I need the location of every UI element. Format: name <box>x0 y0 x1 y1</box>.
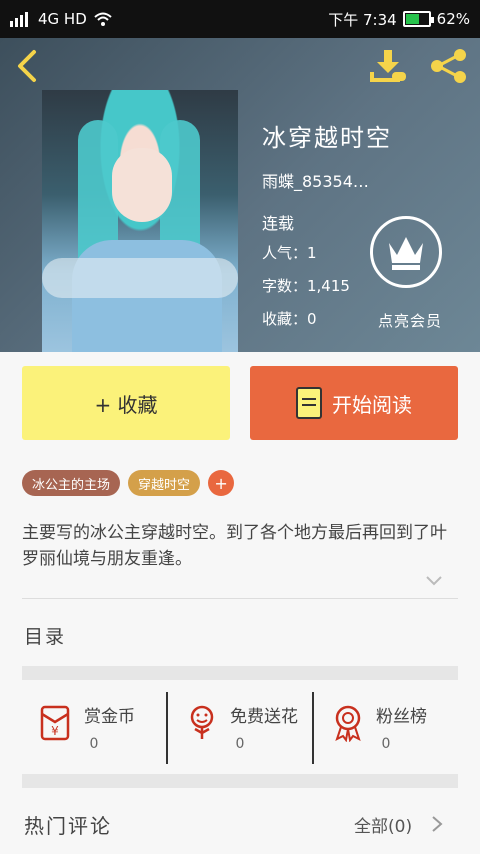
start-reading-button[interactable]: 开始阅读 <box>250 366 458 440</box>
battery-icon <box>402 11 434 27</box>
add-tag-button[interactable]: + <box>208 470 235 496</box>
tag-item[interactable]: 冰公主的主场 <box>22 470 121 496</box>
favorites-stat: 收藏：0 <box>262 310 317 328</box>
status-left: 4G HD <box>10 10 113 28</box>
signal-icon <box>10 12 28 27</box>
battery-fill <box>405 14 420 24</box>
send-flower-tile[interactable]: 免费送花 0 <box>166 692 312 764</box>
share-icon[interactable] <box>428 48 468 84</box>
all-comments-link[interactable]: 全部(0) <box>354 812 412 837</box>
book-details: + 收藏 开始阅读 冰公主的主场 穿越时空 + 主要写的冰公主穿越时空。到了各个… <box>0 352 480 854</box>
tile-label: 赏金币 <box>84 707 135 727</box>
table-of-contents-link[interactable]: 目录 <box>24 622 66 649</box>
wifi-icon <box>94 12 112 26</box>
section-separator <box>22 774 458 788</box>
section-separator <box>22 666 458 680</box>
fan-ranking-tile[interactable]: 粉丝榜 0 <box>312 692 458 764</box>
vip-button[interactable] <box>370 216 442 288</box>
battery-percent: 62% <box>436 10 470 28</box>
chevron-down-icon[interactable] <box>424 574 444 588</box>
book-icon <box>296 387 322 419</box>
tile-label: 粉丝榜 <box>376 707 427 727</box>
chevron-right-icon[interactable] <box>430 814 444 834</box>
book-title: 冰穿越时空 <box>262 124 392 152</box>
network-type: 4G HD <box>38 10 87 28</box>
tile-label: 免费送花 <box>230 707 298 727</box>
popularity-stat: 人气：1 <box>262 244 317 262</box>
status-bar: 4G HD 下午 7:34 62% <box>0 0 480 38</box>
crown-icon <box>389 237 423 270</box>
tag-list: 冰公主的主场 穿越时空 + <box>22 470 235 496</box>
tile-count: 0 <box>235 736 245 752</box>
back-icon[interactable] <box>14 48 42 84</box>
divider <box>22 598 458 599</box>
reward-coins-tile[interactable]: ¥ 赏金币 0 <box>22 692 166 764</box>
vip-label[interactable]: 点亮会员 <box>378 310 442 331</box>
word-count-stat: 字数：1,415 <box>262 277 350 295</box>
start-reading-label: 开始阅读 <box>332 392 412 417</box>
serial-status: 连载 <box>262 214 295 233</box>
tile-count: 0 <box>381 736 391 752</box>
download-icon[interactable] <box>368 46 408 86</box>
book-description: 主要写的冰公主穿越时空。到了各个地方最后再回到了叶罗丽仙境与朋友重逢。 <box>22 523 447 569</box>
clock: 下午 7:34 <box>328 10 397 29</box>
hot-comments-title: 热门评论 <box>24 814 112 838</box>
book-author[interactable]: 雨蝶_85354… <box>262 168 369 192</box>
book-header: 冰穿越时空 雨蝶_85354… 连载 人气：1 字数：1,415 收藏：0 点亮… <box>0 38 480 352</box>
support-tiles: ¥ 赏金币 0 免费送花 0 粉丝榜 0 <box>22 692 458 764</box>
tag-item[interactable]: 穿越时空 <box>128 470 201 496</box>
book-cover[interactable] <box>42 90 238 352</box>
status-right: 下午 7:34 62% <box>328 9 470 30</box>
add-favorite-button[interactable]: + 收藏 <box>22 366 230 440</box>
tile-count: 0 <box>89 736 99 752</box>
